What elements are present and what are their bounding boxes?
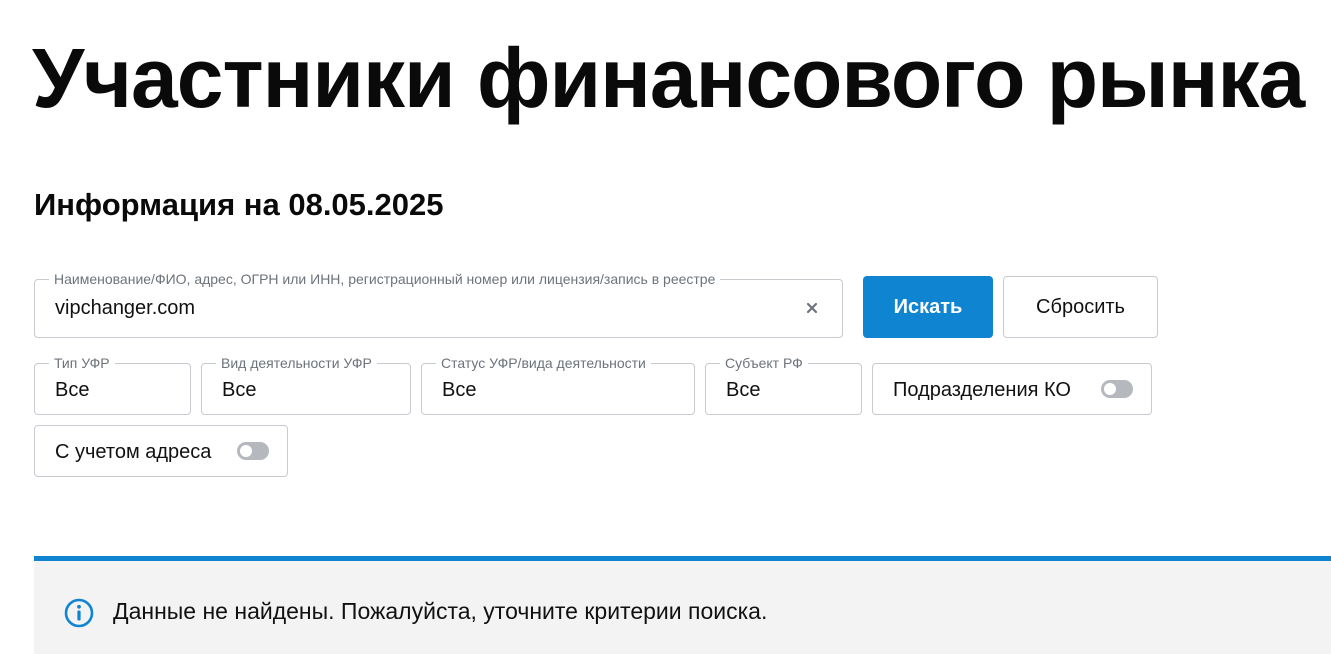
filter-subject-label: Субъект РФ (720, 355, 808, 372)
filter-status-select[interactable]: Статус УФР/вида деятельности Все (421, 355, 695, 415)
filter-subject-select[interactable]: Субъект РФ Все (705, 355, 862, 415)
filter-type-label: Тип УФР (49, 355, 115, 372)
switch-knob (1104, 383, 1116, 395)
with-address-toggle[interactable]: С учетом адреса (34, 425, 288, 477)
filter-type-select[interactable]: Тип УФР Все (34, 355, 191, 415)
switch-knob (240, 445, 252, 457)
filter-activity-label: Вид деятельности УФР (216, 355, 377, 372)
info-date-heading: Информация на 08.05.2025 (34, 187, 444, 222)
with-address-switch[interactable] (237, 442, 269, 460)
filter-activity-value: Все (222, 379, 257, 401)
filter-type-value: Все (55, 379, 90, 401)
ko-divisions-toggle[interactable]: Подразделения КО (872, 363, 1152, 415)
search-input-value[interactable]: vipchanger.com (55, 297, 195, 320)
reset-button[interactable]: Сбросить (1003, 276, 1158, 338)
close-icon[interactable] (802, 298, 822, 318)
with-address-label: С учетом адреса (55, 441, 212, 463)
page-title: Участники финансового рынка (32, 31, 1305, 125)
search-input[interactable]: Наименование/ФИО, адрес, ОГРН или ИНН, р… (34, 271, 843, 338)
ko-divisions-label: Подразделения КО (893, 379, 1071, 401)
close-icon-glyph (806, 302, 818, 314)
no-results-notice: Данные не найдены. Пожалуйста, уточните … (34, 556, 1331, 654)
search-button[interactable]: Искать (863, 276, 993, 338)
info-icon (64, 598, 94, 628)
filter-status-value: Все (442, 379, 477, 401)
filter-subject-value: Все (726, 379, 761, 401)
filter-status-label: Статус УФР/вида деятельности (436, 355, 651, 372)
filter-activity-select[interactable]: Вид деятельности УФР Все (201, 355, 411, 415)
search-input-label: Наименование/ФИО, адрес, ОГРН или ИНН, р… (49, 271, 721, 288)
ko-divisions-switch[interactable] (1101, 380, 1133, 398)
notice-text: Данные не найдены. Пожалуйста, уточните … (113, 598, 768, 624)
